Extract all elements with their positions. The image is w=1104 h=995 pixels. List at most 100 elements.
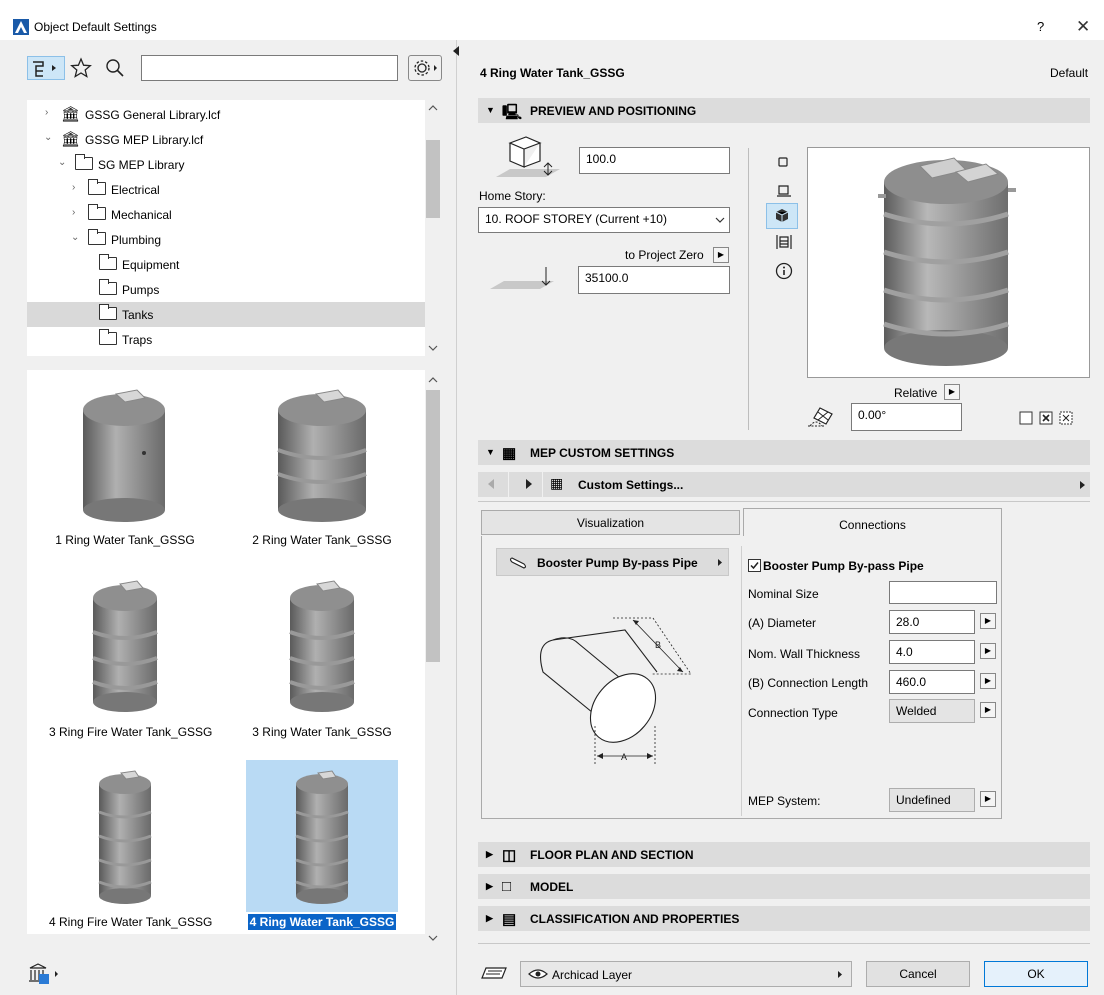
gallery-scroll-thumb[interactable] — [426, 390, 440, 662]
gallery-item[interactable]: 4 Ring Fire Water Tank_GSSG — [49, 760, 213, 940]
scroll-up-icon[interactable] — [428, 376, 438, 384]
scroll-up-icon[interactable] — [428, 104, 438, 112]
reference-level-button[interactable]: ▶ — [713, 247, 729, 263]
submenu-arrow-icon[interactable] — [1079, 480, 1087, 490]
library-manager-icon — [29, 963, 58, 984]
connection-type-label: Connection Type — [748, 706, 838, 720]
library-tree[interactable]: › 🏛 GSSG General Library.lcf ⌄ 🏛 GSSG ME… — [27, 100, 425, 356]
tab-connections[interactable]: Connections — [743, 508, 1002, 537]
gallery-item[interactable]: 2 Ring Water Tank_GSSG — [246, 378, 398, 558]
to-project-zero-label: to Project Zero — [625, 248, 704, 262]
floorplan-view-icon[interactable] — [776, 155, 790, 169]
gallery-item-selected[interactable]: 4 Ring Water Tank_GSSG — [246, 760, 398, 940]
library-file-icon: 🏛 — [61, 106, 81, 123]
height-input[interactable]: 100.0 — [579, 147, 730, 174]
search-input[interactable] — [141, 55, 398, 81]
elevation-input[interactable]: 35100.0 — [578, 266, 730, 294]
gallery-item[interactable]: 1 Ring Water Tank_GSSG — [49, 378, 201, 558]
gear-icon — [414, 60, 437, 76]
mep-system-select[interactable]: Undefined — [889, 788, 975, 812]
library-settings-button[interactable] — [408, 55, 442, 81]
tab-visualization[interactable]: Visualization — [481, 510, 740, 535]
archicad-app-icon — [13, 19, 29, 35]
folder-icon — [99, 329, 117, 345]
connection-type-menu-button[interactable]: ▶ — [980, 702, 996, 718]
diameter-menu-button[interactable]: ▶ — [980, 613, 996, 629]
search-icon[interactable] — [105, 58, 125, 78]
library-manager-button[interactable] — [27, 962, 63, 986]
connection-length-menu-button[interactable]: ▶ — [980, 673, 996, 689]
object-gallery[interactable]: 1 Ring Water Tank_GSSG 2 Ring Water Tank… — [27, 370, 425, 934]
nominal-size-label: Nominal Size — [748, 587, 819, 601]
home-story-select[interactable]: 10. ROOF STOREY (Current +10) — [478, 207, 730, 233]
tree-item-gssg-mep[interactable]: ⌄ 🏛 GSSG MEP Library.lcf — [27, 127, 425, 152]
gallery-item-label: 4 Ring Water Tank_GSSG — [247, 914, 397, 930]
section-view-icon[interactable] — [775, 182, 793, 200]
collapse-pane-icon[interactable] — [452, 46, 460, 56]
diameter-input[interactable]: 28.0 — [889, 610, 975, 634]
mirror-toggle-icons[interactable] — [1019, 409, 1081, 427]
tree-item-pumps[interactable]: Pumps — [27, 277, 425, 302]
tank-thumbnail — [92, 580, 158, 712]
cancel-button[interactable]: Cancel — [866, 961, 970, 987]
gallery-item-label: 4 Ring Fire Water Tank_GSSG — [49, 915, 213, 929]
gallery-item[interactable]: 3 Ring Water Tank_GSSG — [246, 570, 398, 750]
tank-thumbnail — [83, 389, 165, 522]
3d-preview-window[interactable] — [807, 147, 1090, 378]
mep-custom-settings-header[interactable]: ▼ ▦ MEP CUSTOM SETTINGS — [478, 440, 1090, 465]
connection-selector[interactable]: Booster Pump By-pass Pipe — [496, 548, 729, 576]
layer-select[interactable]: Archicad Layer — [520, 961, 852, 987]
classification-section-header[interactable]: ▶ ▤ CLASSIFICATION AND PROPERTIES — [478, 906, 1090, 931]
gallery-item[interactable]: 3 Ring Fire Water Tank_GSSG — [49, 570, 212, 750]
nominal-size-input[interactable] — [889, 581, 997, 604]
close-button[interactable]: ✕ — [1076, 17, 1090, 37]
connection-type-select[interactable]: Welded — [889, 699, 975, 723]
back-arrow-icon[interactable] — [486, 478, 496, 490]
tree-scroll-thumb[interactable] — [426, 140, 440, 218]
library-tree-icon — [33, 61, 56, 77]
tree-item-equipment[interactable]: Equipment — [27, 252, 425, 277]
tree-item-plumbing[interactable]: ⌄ Plumbing — [27, 227, 425, 252]
gallery-scrollbar[interactable] — [425, 370, 441, 948]
folder-icon — [88, 229, 106, 245]
default-label: Default — [1050, 66, 1089, 80]
3d-view-button[interactable] — [766, 203, 798, 229]
rotation-angle-input[interactable]: 0.00° — [851, 403, 962, 431]
info-icon[interactable] — [775, 262, 793, 280]
scroll-down-icon[interactable] — [428, 934, 438, 942]
connection-length-input[interactable]: 460.0 — [889, 670, 975, 694]
tree-scrollbar[interactable] — [425, 100, 441, 356]
forward-arrow-icon[interactable] — [524, 478, 534, 490]
help-button[interactable]: ? — [1037, 19, 1044, 34]
wall-thickness-menu-button[interactable]: ▶ — [980, 643, 996, 659]
scroll-down-icon[interactable] — [428, 344, 438, 352]
folder-icon — [99, 304, 117, 320]
tree-item-electrical[interactable]: › Electrical — [27, 177, 425, 202]
model-cube-icon: □ — [502, 878, 512, 895]
elevation-view-icon[interactable] — [775, 233, 793, 251]
custom-settings-bar[interactable]: ▦ Custom Settings... — [478, 472, 1090, 497]
tree-item-mechanical[interactable]: › Mechanical — [27, 202, 425, 227]
diameter-label: (A) Diameter — [748, 616, 817, 630]
mep-system-menu-button[interactable]: ▶ — [980, 791, 996, 807]
floor-plan-section-header[interactable]: ▶ ◫ FLOOR PLAN AND SECTION — [478, 842, 1090, 867]
tree-item-tanks[interactable]: Tanks — [27, 302, 425, 327]
relative-menu-button[interactable]: ▶ — [944, 384, 960, 400]
title-bar: Object Default Settings ? ✕ — [0, 0, 1104, 40]
tree-item-traps[interactable]: Traps — [27, 327, 425, 352]
preview-positioning-header[interactable]: ▼ 🖳 PREVIEW AND POSITIONING — [478, 98, 1090, 123]
pane-divider[interactable] — [456, 40, 457, 995]
connection-enable-checkbox[interactable] — [748, 559, 762, 573]
tree-item-sg-mep-library[interactable]: ⌄ SG MEP Library — [27, 152, 425, 177]
model-section-header[interactable]: ▶ □ MODEL — [478, 874, 1090, 899]
ok-button[interactable]: OK — [984, 961, 1088, 987]
eye-icon — [528, 969, 548, 979]
favorites-star-icon[interactable] — [70, 57, 92, 79]
chevron-down-icon — [715, 217, 725, 223]
layer-icon — [481, 967, 507, 979]
wall-thickness-input[interactable]: 4.0 — [889, 640, 975, 664]
submenu-arrow-icon — [718, 559, 722, 566]
library-filter-button[interactable] — [27, 56, 65, 80]
tree-item-gssg-general[interactable]: › 🏛 GSSG General Library.lcf — [27, 102, 425, 127]
tank-thumbnail — [295, 770, 349, 904]
